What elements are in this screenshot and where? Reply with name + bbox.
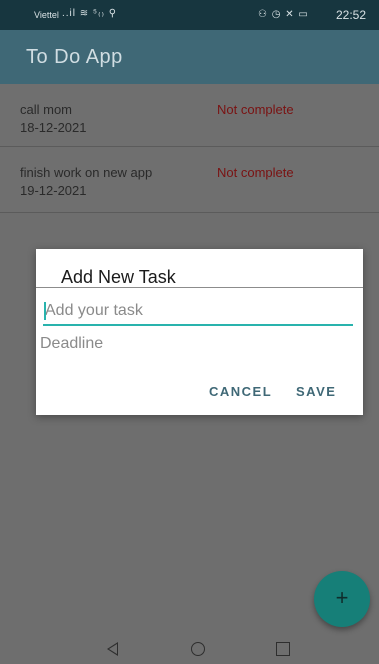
task-name: call mom — [20, 102, 73, 117]
add-task-fab[interactable]: + — [314, 571, 370, 627]
task-date: 18-12-2021 — [20, 120, 87, 135]
task-name: finish work on new app — [20, 165, 153, 180]
save-button[interactable]: SAVE — [296, 384, 336, 399]
task-status: Not complete — [217, 165, 294, 180]
app-bar: To Do App — [0, 30, 379, 84]
status-bar: Viettel ..il ≋ ⁵₍₎ ⚲ ⚇ ◷ ✕ ▭ 22:52 — [0, 0, 379, 30]
clock: 22:52 — [336, 8, 367, 22]
task-status: Not complete — [217, 102, 294, 117]
dialog-title: Add New Task — [61, 267, 176, 287]
add-task-dialog: Add New Task Deadline CANCEL SAVE — [36, 249, 363, 415]
cancel-button[interactable]: CANCEL — [209, 384, 272, 399]
back-icon[interactable] — [107, 642, 118, 656]
recents-icon[interactable] — [276, 642, 290, 656]
plus-icon: + — [335, 585, 349, 610]
signal-icons: ..il ≋ ⁵₍₎ ⚲ — [62, 8, 118, 19]
carrier-name: Viettel — [34, 10, 59, 20]
task-date: 19-12-2021 — [20, 183, 87, 198]
text-cursor — [44, 302, 46, 320]
deadline-field[interactable]: Deadline — [40, 335, 103, 353]
app-title: To Do App — [26, 46, 123, 68]
task-list: call mom 18-12-2021 Not complete finish … — [0, 84, 379, 213]
task-row[interactable]: call mom 18-12-2021 Not complete — [0, 84, 379, 147]
task-row[interactable]: finish work on new app 19-12-2021 Not co… — [0, 147, 379, 213]
navigation-bar — [0, 636, 379, 664]
home-icon[interactable] — [191, 642, 205, 656]
dialog-divider — [36, 287, 363, 288]
system-icons: ⚇ ◷ ✕ ▭ — [258, 9, 309, 20]
task-input[interactable] — [43, 298, 353, 326]
